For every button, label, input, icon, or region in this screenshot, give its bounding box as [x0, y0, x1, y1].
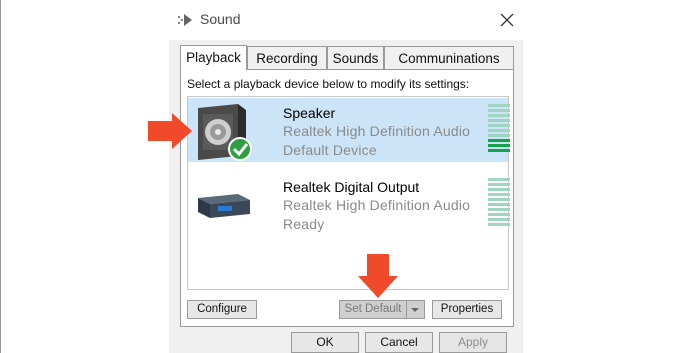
tab-sounds[interactable]: Sounds	[327, 46, 384, 69]
level-meter	[488, 178, 510, 228]
digital-output-device-icon	[198, 194, 250, 218]
meter-bar	[488, 193, 510, 196]
instruction-text: Select a playback device below to modify…	[187, 77, 470, 91]
meter-bar	[488, 208, 510, 211]
properties-button[interactable]: Properties	[432, 300, 502, 319]
window-title: Sound	[200, 11, 241, 27]
device-text: Speaker Realtek High Definition Audio De…	[283, 104, 470, 160]
meter-bar	[488, 223, 510, 226]
device-row-speaker[interactable]: Speaker Realtek High Definition Audio De…	[188, 98, 510, 162]
configure-button[interactable]: Configure	[187, 300, 257, 319]
device-driver: Realtek High Definition Audio	[283, 123, 471, 139]
meter-bar	[488, 178, 510, 181]
meter-bar	[488, 198, 510, 201]
meter-bar	[488, 124, 510, 127]
chevron-down-icon	[411, 308, 419, 312]
left-edge-line	[0, 0, 1, 353]
meter-bar	[488, 114, 510, 117]
meter-bar	[488, 139, 510, 142]
device-name: Realtek Digital Output	[283, 179, 420, 195]
device-status: Ready	[283, 216, 325, 232]
meter-bar	[488, 144, 510, 147]
close-icon[interactable]	[499, 12, 515, 28]
meter-bar	[488, 183, 510, 186]
ok-button[interactable]: OK	[291, 332, 359, 353]
device-text: Realtek Digital Output Realtek High Defi…	[283, 178, 470, 234]
device-status: Default Device	[283, 142, 377, 158]
red-arrow-down-icon	[358, 254, 398, 298]
default-check-icon	[228, 137, 252, 161]
tab-communications[interactable]: Communinations	[384, 46, 514, 69]
meter-bar	[488, 218, 510, 221]
device-name: Speaker	[283, 105, 336, 121]
red-arrow-right-icon	[148, 113, 192, 149]
level-meter	[488, 104, 510, 154]
title-bar: Sound	[169, 0, 523, 40]
speaker-arrow-icon	[178, 14, 192, 26]
meter-bar	[488, 203, 510, 206]
meter-bar	[488, 109, 510, 112]
meter-bar	[488, 129, 510, 132]
speaker-device-icon	[198, 104, 252, 161]
tab-playback[interactable]: Playback	[180, 45, 247, 70]
sound-dialog: Sound Playback Recording Sounds Communin…	[169, 0, 523, 353]
apply-button[interactable]: Apply	[439, 332, 507, 353]
device-driver: Realtek High Definition Audio	[283, 197, 471, 213]
meter-bar	[488, 134, 510, 137]
meter-bar	[488, 104, 510, 107]
set-default-dropdown[interactable]	[407, 300, 425, 319]
tab-recording[interactable]: Recording	[247, 46, 327, 69]
meter-bar	[488, 119, 510, 122]
meter-bar	[488, 188, 510, 191]
device-row-digital-output[interactable]: Realtek Digital Output Realtek High Defi…	[188, 172, 510, 236]
cancel-button[interactable]: Cancel	[365, 332, 433, 353]
playback-panel: Select a playback device below to modify…	[180, 69, 514, 327]
device-list: Speaker Realtek High Definition Audio De…	[187, 96, 510, 290]
meter-bar	[488, 149, 510, 152]
set-default-button[interactable]: Set Default	[339, 300, 407, 319]
meter-bar	[488, 213, 510, 216]
